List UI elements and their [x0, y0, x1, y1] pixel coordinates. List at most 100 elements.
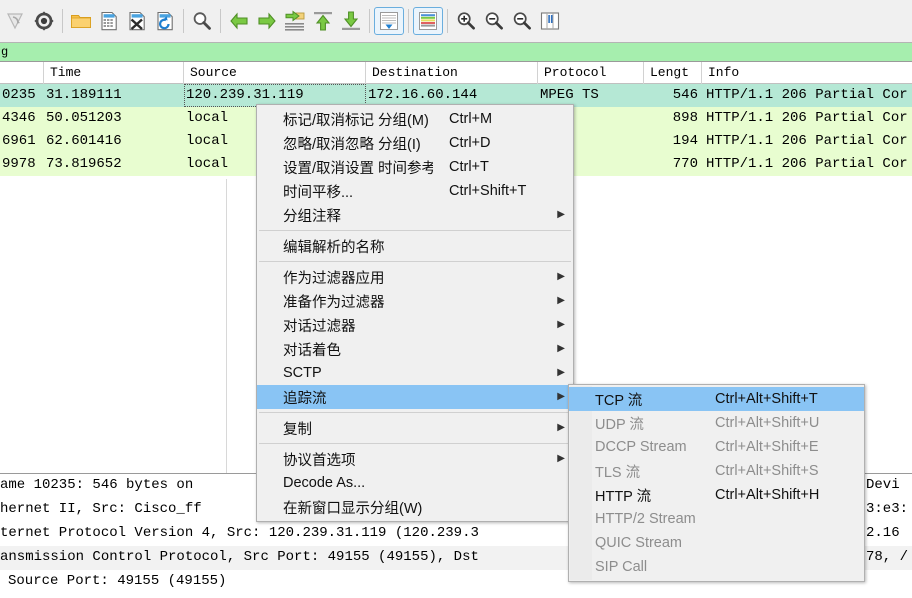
submenu-arrow-icon: ▶	[553, 296, 565, 306]
go-forward-icon[interactable]	[253, 6, 281, 36]
submenu-arrow-icon: ▶	[553, 344, 565, 354]
cell-info: HTTP/1.1 206 Partial Cor	[702, 153, 912, 176]
submenu-arrow-icon: ▶	[553, 320, 565, 330]
menu-item-accel: Ctrl+T	[449, 159, 553, 175]
packet-list-header[interactable]: Time Source Destination Protocol Lengt I…	[0, 62, 912, 84]
column-header-no[interactable]	[0, 62, 44, 84]
wireshark-window: g Time Source Destination Protocol Lengt…	[0, 0, 912, 598]
cell-length: 770	[644, 153, 702, 176]
menu-separator	[259, 412, 571, 413]
column-header-info[interactable]: Info	[702, 62, 912, 84]
menu-item-label: 对话过滤器	[283, 315, 433, 336]
menu-item-protocol-preferences[interactable]: 协议首选项 ▶	[257, 447, 573, 471]
submenu-item-label: SIP Call	[595, 559, 715, 575]
zoom-out-icon[interactable]	[480, 6, 508, 36]
menu-separator	[259, 261, 571, 262]
menu-item-label: 准备作为过滤器	[283, 291, 433, 312]
stop-capture-icon[interactable]	[30, 6, 58, 36]
menu-separator	[259, 230, 571, 231]
pane-divider	[226, 179, 227, 473]
menu-item-copy[interactable]: 复制 ▶	[257, 416, 573, 440]
column-header-source[interactable]: Source	[184, 62, 366, 84]
menu-item-label: 时间平移...	[283, 181, 433, 202]
cell-no: 6961	[0, 130, 44, 153]
cell-info: HTTP/1.1 206 Partial Cor	[702, 84, 912, 107]
go-to-packet-icon[interactable]	[281, 6, 309, 36]
find-packet-icon[interactable]	[188, 6, 216, 36]
submenu-item-label: HTTP/2 Stream	[595, 511, 715, 527]
cell-time: 62.601416	[44, 130, 184, 153]
cell-no: 9978	[0, 153, 44, 176]
detail-right-ethernet: 3:e3:	[866, 498, 912, 522]
submenu-arrow-icon: ▶	[553, 368, 565, 378]
menu-item-prepare-as-filter[interactable]: 准备作为过滤器 ▶	[257, 289, 573, 313]
submenu-item-follow-quic-stream[interactable]: QUIC Stream	[569, 531, 864, 555]
menu-separator	[259, 443, 571, 444]
submenu-item-accel: Ctrl+Alt+Shift+H	[715, 487, 819, 503]
column-header-time[interactable]: Time	[44, 62, 184, 84]
start-capture-icon[interactable]	[2, 6, 30, 36]
column-header-protocol[interactable]: Protocol	[538, 62, 644, 84]
detail-right-tcp: 78, /	[866, 546, 912, 570]
submenu-item-accel: Ctrl+Alt+Shift+U	[715, 415, 819, 431]
menu-item-set-time-reference[interactable]: 设置/取消设置 时间参考 Ctrl+T	[257, 155, 573, 179]
toolbar-separator	[220, 9, 221, 33]
menu-item-label: 在新窗口显示分组(W)	[283, 497, 433, 518]
menu-item-packet-comment[interactable]: 分组注释 ▶	[257, 203, 573, 227]
submenu-item-accel: Ctrl+Alt+Shift+T	[715, 391, 818, 407]
follow-stream-submenu[interactable]: TCP 流 Ctrl+Alt+Shift+T UDP 流 Ctrl+Alt+Sh…	[568, 384, 865, 582]
menu-item-label: 追踪流	[283, 387, 433, 408]
go-to-last-icon[interactable]	[337, 6, 365, 36]
menu-item-accel: Ctrl+M	[449, 111, 553, 127]
menu-item-ignore-packet[interactable]: 忽略/取消忽略 分组(I) Ctrl+D	[257, 131, 573, 155]
menu-item-decode-as[interactable]: Decode As...	[257, 471, 573, 495]
menu-item-time-shift[interactable]: 时间平移... Ctrl+Shift+T	[257, 179, 573, 203]
zoom-in-icon[interactable]	[452, 6, 480, 36]
packet-context-menu[interactable]: 标记/取消标记 分组(M) Ctrl+M 忽略/取消忽略 分组(I) Ctrl+…	[256, 104, 574, 522]
menu-item-label: 分组注释	[283, 205, 433, 226]
close-file-icon[interactable]	[123, 6, 151, 36]
packet-detail-right-edge: Devi 3:e3: 2.16 78, /	[866, 474, 912, 598]
open-file-icon[interactable]	[67, 6, 95, 36]
toolbar-separator	[408, 9, 409, 33]
submenu-item-accel: Ctrl+Alt+Shift+E	[715, 439, 819, 455]
column-header-length[interactable]: Lengt	[644, 62, 702, 84]
go-to-first-icon[interactable]	[309, 6, 337, 36]
submenu-item-follow-tcp-stream[interactable]: TCP 流 Ctrl+Alt+Shift+T	[569, 387, 864, 411]
colorize-packets-icon[interactable]	[413, 7, 443, 35]
submenu-item-follow-sip-call[interactable]: SIP Call	[569, 555, 864, 579]
main-toolbar	[0, 0, 912, 43]
display-filter-input[interactable]: g	[0, 43, 912, 62]
toolbar-separator	[62, 9, 63, 33]
menu-item-colorize-conversation[interactable]: 对话着色 ▶	[257, 337, 573, 361]
menu-item-conversation-filter[interactable]: 对话过滤器 ▶	[257, 313, 573, 337]
save-file-icon[interactable]	[95, 6, 123, 36]
submenu-item-follow-tls-stream[interactable]: TLS 流 Ctrl+Alt+Shift+S	[569, 459, 864, 483]
go-back-icon[interactable]	[225, 6, 253, 36]
menu-item-show-packet-in-new-window[interactable]: 在新窗口显示分组(W)	[257, 495, 573, 519]
submenu-item-label: HTTP 流	[595, 485, 715, 506]
submenu-arrow-icon: ▶	[553, 454, 565, 464]
menu-item-apply-as-filter[interactable]: 作为过滤器应用 ▶	[257, 265, 573, 289]
submenu-item-label: TLS 流	[595, 461, 715, 482]
cell-length: 898	[644, 107, 702, 130]
submenu-arrow-icon: ▶	[553, 392, 565, 402]
resize-columns-icon[interactable]	[536, 6, 564, 36]
cell-time: 73.819652	[44, 153, 184, 176]
auto-scroll-icon[interactable]	[374, 7, 404, 35]
menu-item-mark-packet[interactable]: 标记/取消标记 分组(M) Ctrl+M	[257, 107, 573, 131]
column-header-destination[interactable]: Destination	[366, 62, 538, 84]
menu-item-sctp[interactable]: SCTP ▶	[257, 361, 573, 385]
menu-item-edit-resolved-name[interactable]: 编辑解析的名称	[257, 234, 573, 258]
menu-item-accel: Ctrl+D	[449, 135, 553, 151]
submenu-item-follow-dccp-stream[interactable]: DCCP Stream Ctrl+Alt+Shift+E	[569, 435, 864, 459]
menu-item-follow-stream[interactable]: 追踪流 ▶	[257, 385, 573, 409]
cell-time: 31.189111	[44, 84, 184, 107]
detail-right-frame: Devi	[866, 474, 912, 498]
zoom-reset-icon[interactable]	[508, 6, 536, 36]
submenu-item-follow-udp-stream[interactable]: UDP 流 Ctrl+Alt+Shift+U	[569, 411, 864, 435]
submenu-item-follow-http-stream[interactable]: HTTP 流 Ctrl+Alt+Shift+H	[569, 483, 864, 507]
submenu-item-follow-http2-stream[interactable]: HTTP/2 Stream	[569, 507, 864, 531]
menu-item-label: 标记/取消标记 分组(M)	[283, 109, 433, 130]
reload-file-icon[interactable]	[151, 6, 179, 36]
